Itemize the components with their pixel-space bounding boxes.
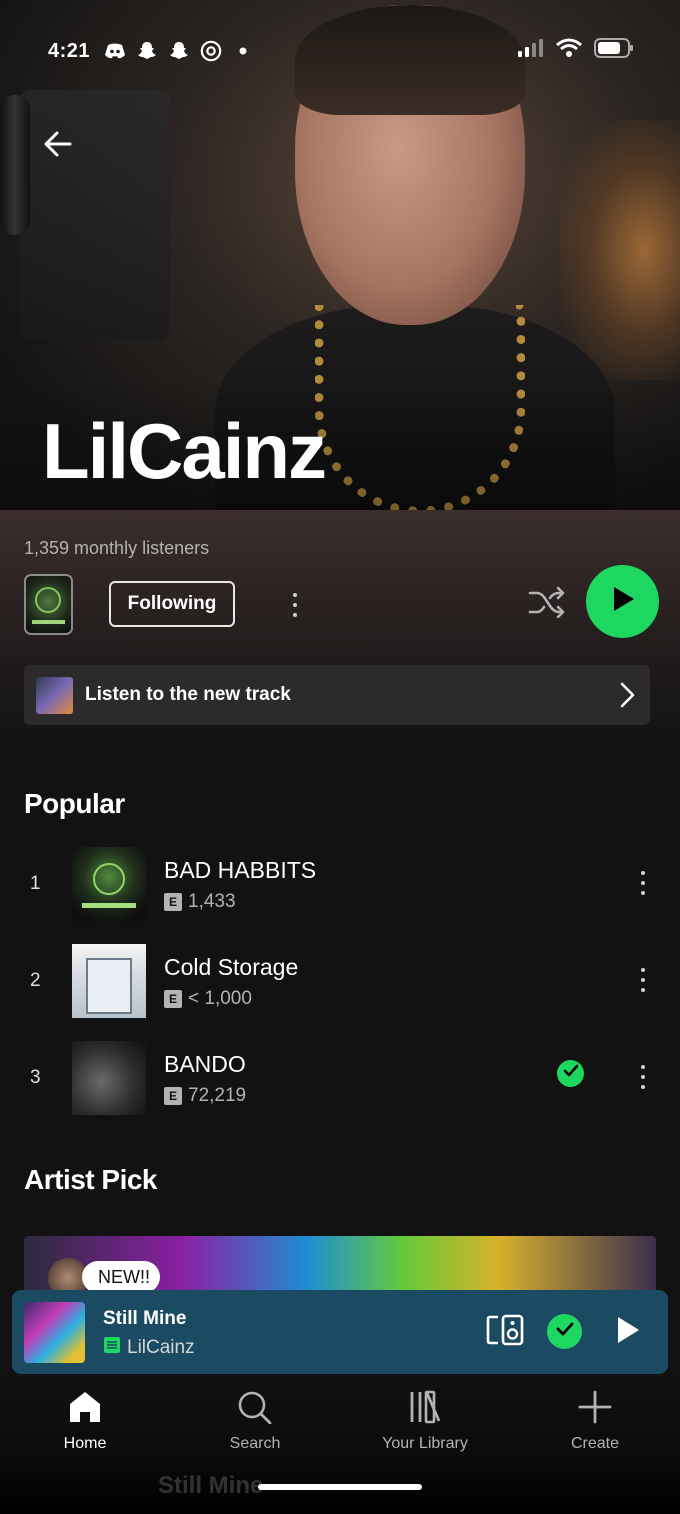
threads-icon xyxy=(200,40,222,62)
library-icon xyxy=(407,1390,443,1429)
bottom-nav: Home Search Your Library Create xyxy=(0,1390,680,1460)
new-track-label: Listen to the new track xyxy=(85,684,291,705)
track-row[interactable]: 2 Cold Storage E < 1,000 xyxy=(0,932,680,1029)
plus-icon xyxy=(577,1390,613,1429)
explicit-badge: E xyxy=(164,990,182,1008)
track-more-options-button[interactable] xyxy=(630,964,656,996)
notification-icons xyxy=(104,40,254,62)
track-row[interactable]: 3 BANDO E 72,219 xyxy=(0,1029,680,1126)
play-button[interactable] xyxy=(586,565,659,638)
background-ghost-text: Still Mine xyxy=(158,1472,264,1499)
background-lights xyxy=(560,120,680,380)
track-meta: E 1,433 xyxy=(164,891,236,913)
track-title: BAD HABBITS xyxy=(164,857,317,883)
track-artwork xyxy=(72,847,146,921)
play-icon xyxy=(610,585,636,618)
track-plays: < 1,000 xyxy=(188,988,252,1009)
battery-icon xyxy=(594,38,634,63)
nav-item-home[interactable]: Home xyxy=(0,1390,170,1460)
saved-check-button[interactable] xyxy=(557,1060,584,1087)
status-time: 4:21 xyxy=(48,40,91,62)
home-icon xyxy=(67,1390,103,1429)
status-bar: 4:21 xyxy=(0,0,680,100)
signal-icon xyxy=(518,39,544,62)
track-more-options-button[interactable] xyxy=(630,1061,656,1093)
track-title: BANDO xyxy=(164,1051,246,1077)
shuffle-icon xyxy=(528,586,566,623)
track-artwork xyxy=(72,1041,146,1115)
explicit-badge: E xyxy=(164,1087,182,1105)
chevron-right-icon xyxy=(618,681,636,714)
check-icon xyxy=(556,1321,574,1342)
new-track-banner[interactable]: Listen to the new track xyxy=(24,665,650,725)
discord-icon xyxy=(104,40,126,62)
mini-play-button[interactable] xyxy=(608,1312,648,1352)
more-options-button[interactable] xyxy=(280,586,310,624)
new-track-thumbnail xyxy=(36,677,73,714)
track-rank: 3 xyxy=(30,1067,41,1088)
back-button[interactable] xyxy=(36,124,80,168)
track-more-options-button[interactable] xyxy=(630,867,656,899)
shuffle-button[interactable] xyxy=(525,582,569,626)
downloaded-icon xyxy=(103,1336,121,1360)
nav-label-home: Home xyxy=(63,1435,107,1452)
now-playing-title: Still Mine xyxy=(103,1308,187,1329)
artist-name: LilCainz xyxy=(42,407,327,495)
popular-heading: Popular xyxy=(24,788,125,819)
track-plays: 1,433 xyxy=(188,891,236,912)
artist-release-thumbnail[interactable] xyxy=(24,574,73,635)
arrow-left-icon xyxy=(42,128,74,165)
speaker-device-icon xyxy=(486,1314,524,1351)
notification-dot-icon xyxy=(232,40,254,62)
nav-label-library: Your Library xyxy=(382,1435,468,1452)
track-artwork xyxy=(72,944,146,1018)
mini-player[interactable]: Still Mine LilCainz xyxy=(12,1290,668,1374)
track-rank: 1 xyxy=(30,873,41,894)
background-microphone xyxy=(0,95,30,235)
artist-info-section: 1,359 monthly listeners Following Listen… xyxy=(0,510,680,750)
now-playing-artwork xyxy=(24,1302,85,1363)
snapchat-icon xyxy=(136,40,158,62)
popular-tracks-list: 1 BAD HABBITS E 1,433 2 Cold Storage E <… xyxy=(0,835,680,1126)
monthly-listeners: 1,359 monthly listeners xyxy=(24,538,210,558)
new-badge: NEW!! xyxy=(82,1261,160,1293)
now-playing-artist-row: LilCainz xyxy=(103,1336,195,1360)
play-icon xyxy=(615,1315,641,1350)
track-plays: 72,219 xyxy=(188,1085,247,1106)
connect-device-button[interactable] xyxy=(484,1312,526,1352)
nav-item-library[interactable]: Your Library xyxy=(340,1390,510,1460)
track-meta: E < 1,000 xyxy=(164,988,252,1010)
home-indicator xyxy=(258,1484,422,1490)
snapchat-icon xyxy=(168,40,190,62)
wifi-icon xyxy=(556,38,582,63)
track-title: Cold Storage xyxy=(164,954,299,980)
track-row[interactable]: 1 BAD HABBITS E 1,433 xyxy=(0,835,680,932)
nav-item-create[interactable]: Create xyxy=(510,1390,680,1460)
saved-check-button[interactable] xyxy=(547,1314,582,1349)
search-icon xyxy=(237,1390,273,1429)
track-rank: 2 xyxy=(30,970,41,991)
following-button[interactable]: Following xyxy=(109,581,235,627)
artist-pick-heading: Artist Pick xyxy=(24,1164,158,1195)
check-icon xyxy=(563,1064,579,1083)
nav-label-create: Create xyxy=(570,1435,620,1452)
system-status-icons xyxy=(518,38,634,63)
explicit-badge: E xyxy=(164,893,182,911)
nav-label-search: Search xyxy=(229,1435,281,1452)
nav-item-search[interactable]: Search xyxy=(170,1390,340,1460)
now-playing-artist: LilCainz xyxy=(127,1337,195,1358)
track-meta: E 72,219 xyxy=(164,1085,246,1107)
